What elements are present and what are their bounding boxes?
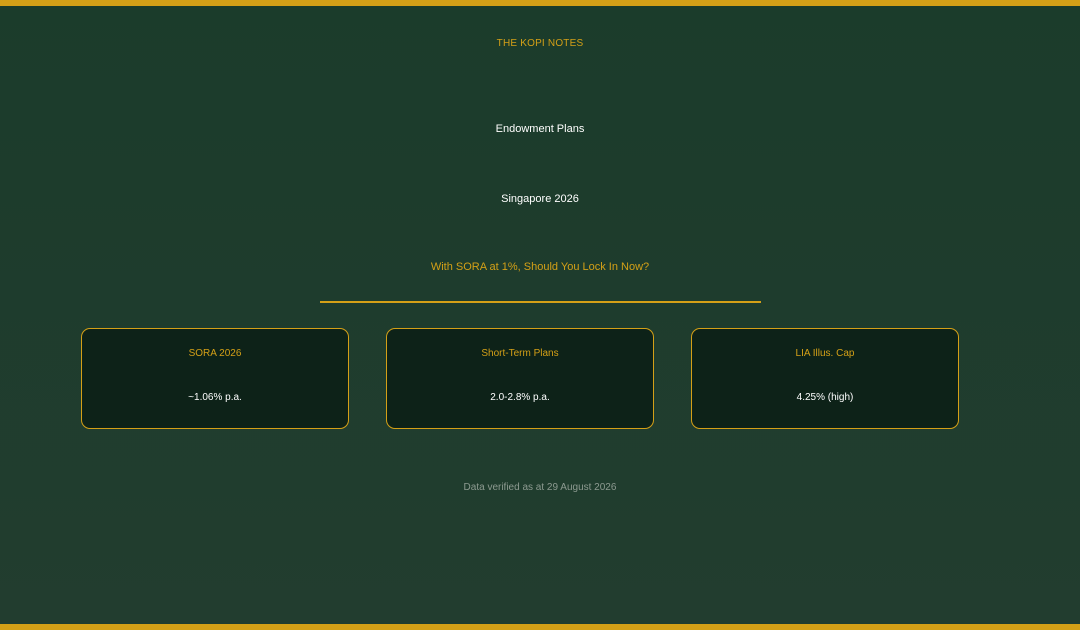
headline-question: With SORA at 1%, Should You Lock In Now?: [430, 261, 650, 273]
divider: [320, 301, 761, 303]
bottom-accent-bar: [0, 624, 1080, 630]
brand-name: THE KOPI NOTES: [496, 38, 584, 49]
stat-card-label: SORA 2026: [188, 348, 242, 359]
stat-card-sora: SORA 2026 ~1.06% p.a.: [81, 328, 349, 429]
stat-card-lia-illus-cap: LIA Illus. Cap 4.25% (high): [691, 328, 959, 429]
top-accent-bar: [0, 0, 1080, 6]
verification-note: Data verified as at 29 August 2026: [463, 482, 617, 493]
stat-card-value: ~1.06% p.a.: [188, 392, 242, 403]
stat-card-short-term-plans: Short-Term Plans 2.0-2.8% p.a.: [386, 328, 654, 429]
page-title: Endowment Plans: [495, 123, 585, 135]
page-subtitle: Singapore 2026: [501, 193, 579, 205]
stat-card-label: LIA Illus. Cap: [795, 348, 855, 359]
stat-card-value: 4.25% (high): [796, 392, 854, 403]
stat-card-label: Short-Term Plans: [481, 348, 559, 359]
stat-card-value: 2.0-2.8% p.a.: [490, 392, 550, 403]
